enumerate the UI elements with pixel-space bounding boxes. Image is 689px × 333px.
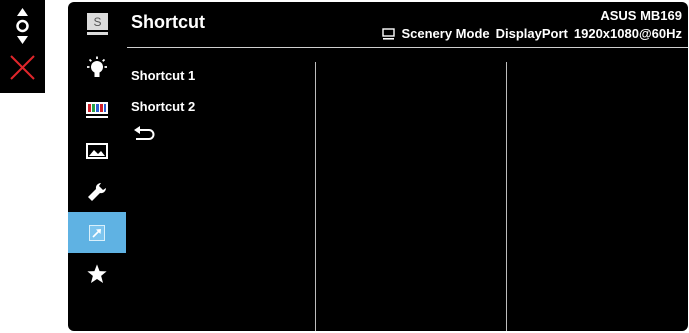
star-icon	[87, 263, 107, 283]
shortcut-arrow-icon	[89, 224, 105, 241]
image-icon	[86, 142, 108, 159]
sidebar-item-color[interactable]	[68, 89, 126, 130]
column-divider	[506, 62, 507, 331]
sidebar-item-shortcut[interactable]	[68, 212, 126, 253]
sidebar-item-blue-light[interactable]	[68, 48, 126, 89]
sidebar	[68, 48, 126, 331]
osd-header: S Shortcut ASUS MB169 Scenery Mode Displ…	[68, 2, 688, 47]
svg-text:S: S	[93, 15, 101, 29]
page-title: Shortcut	[131, 12, 205, 32]
osd-menu: S Shortcut ASUS MB169 Scenery Mode Displ…	[68, 2, 688, 331]
status-bar: Scenery Mode DisplayPort 1920x1080@60Hz	[382, 26, 682, 41]
wrench-icon	[88, 182, 107, 201]
lightbulb-icon	[87, 56, 107, 77]
menu-option-shortcut-1[interactable]: Shortcut 1	[131, 68, 195, 83]
color-bars-icon	[86, 101, 108, 118]
menu-content: Shortcut 1 Shortcut 2	[127, 48, 688, 331]
close-icon[interactable]	[7, 52, 38, 83]
back-arrow-icon[interactable]	[132, 125, 156, 145]
status-mode: Scenery Mode	[401, 26, 490, 41]
column-divider	[315, 62, 316, 331]
monitor-icon	[382, 27, 396, 40]
model-name: ASUS MB169	[600, 8, 682, 23]
status-resolution: 1920x1080@60Hz	[573, 26, 682, 41]
sidebar-item-system-setup[interactable]	[68, 171, 126, 212]
status-input: DisplayPort	[495, 26, 568, 41]
navigate-icon[interactable]	[7, 6, 38, 46]
splendid-icon: S	[87, 13, 108, 35]
control-key-panel	[0, 0, 45, 93]
menu-option-shortcut-2[interactable]: Shortcut 2	[131, 99, 195, 114]
sidebar-item-image[interactable]	[68, 130, 126, 171]
sidebar-item-myfavorite[interactable]	[68, 253, 126, 294]
